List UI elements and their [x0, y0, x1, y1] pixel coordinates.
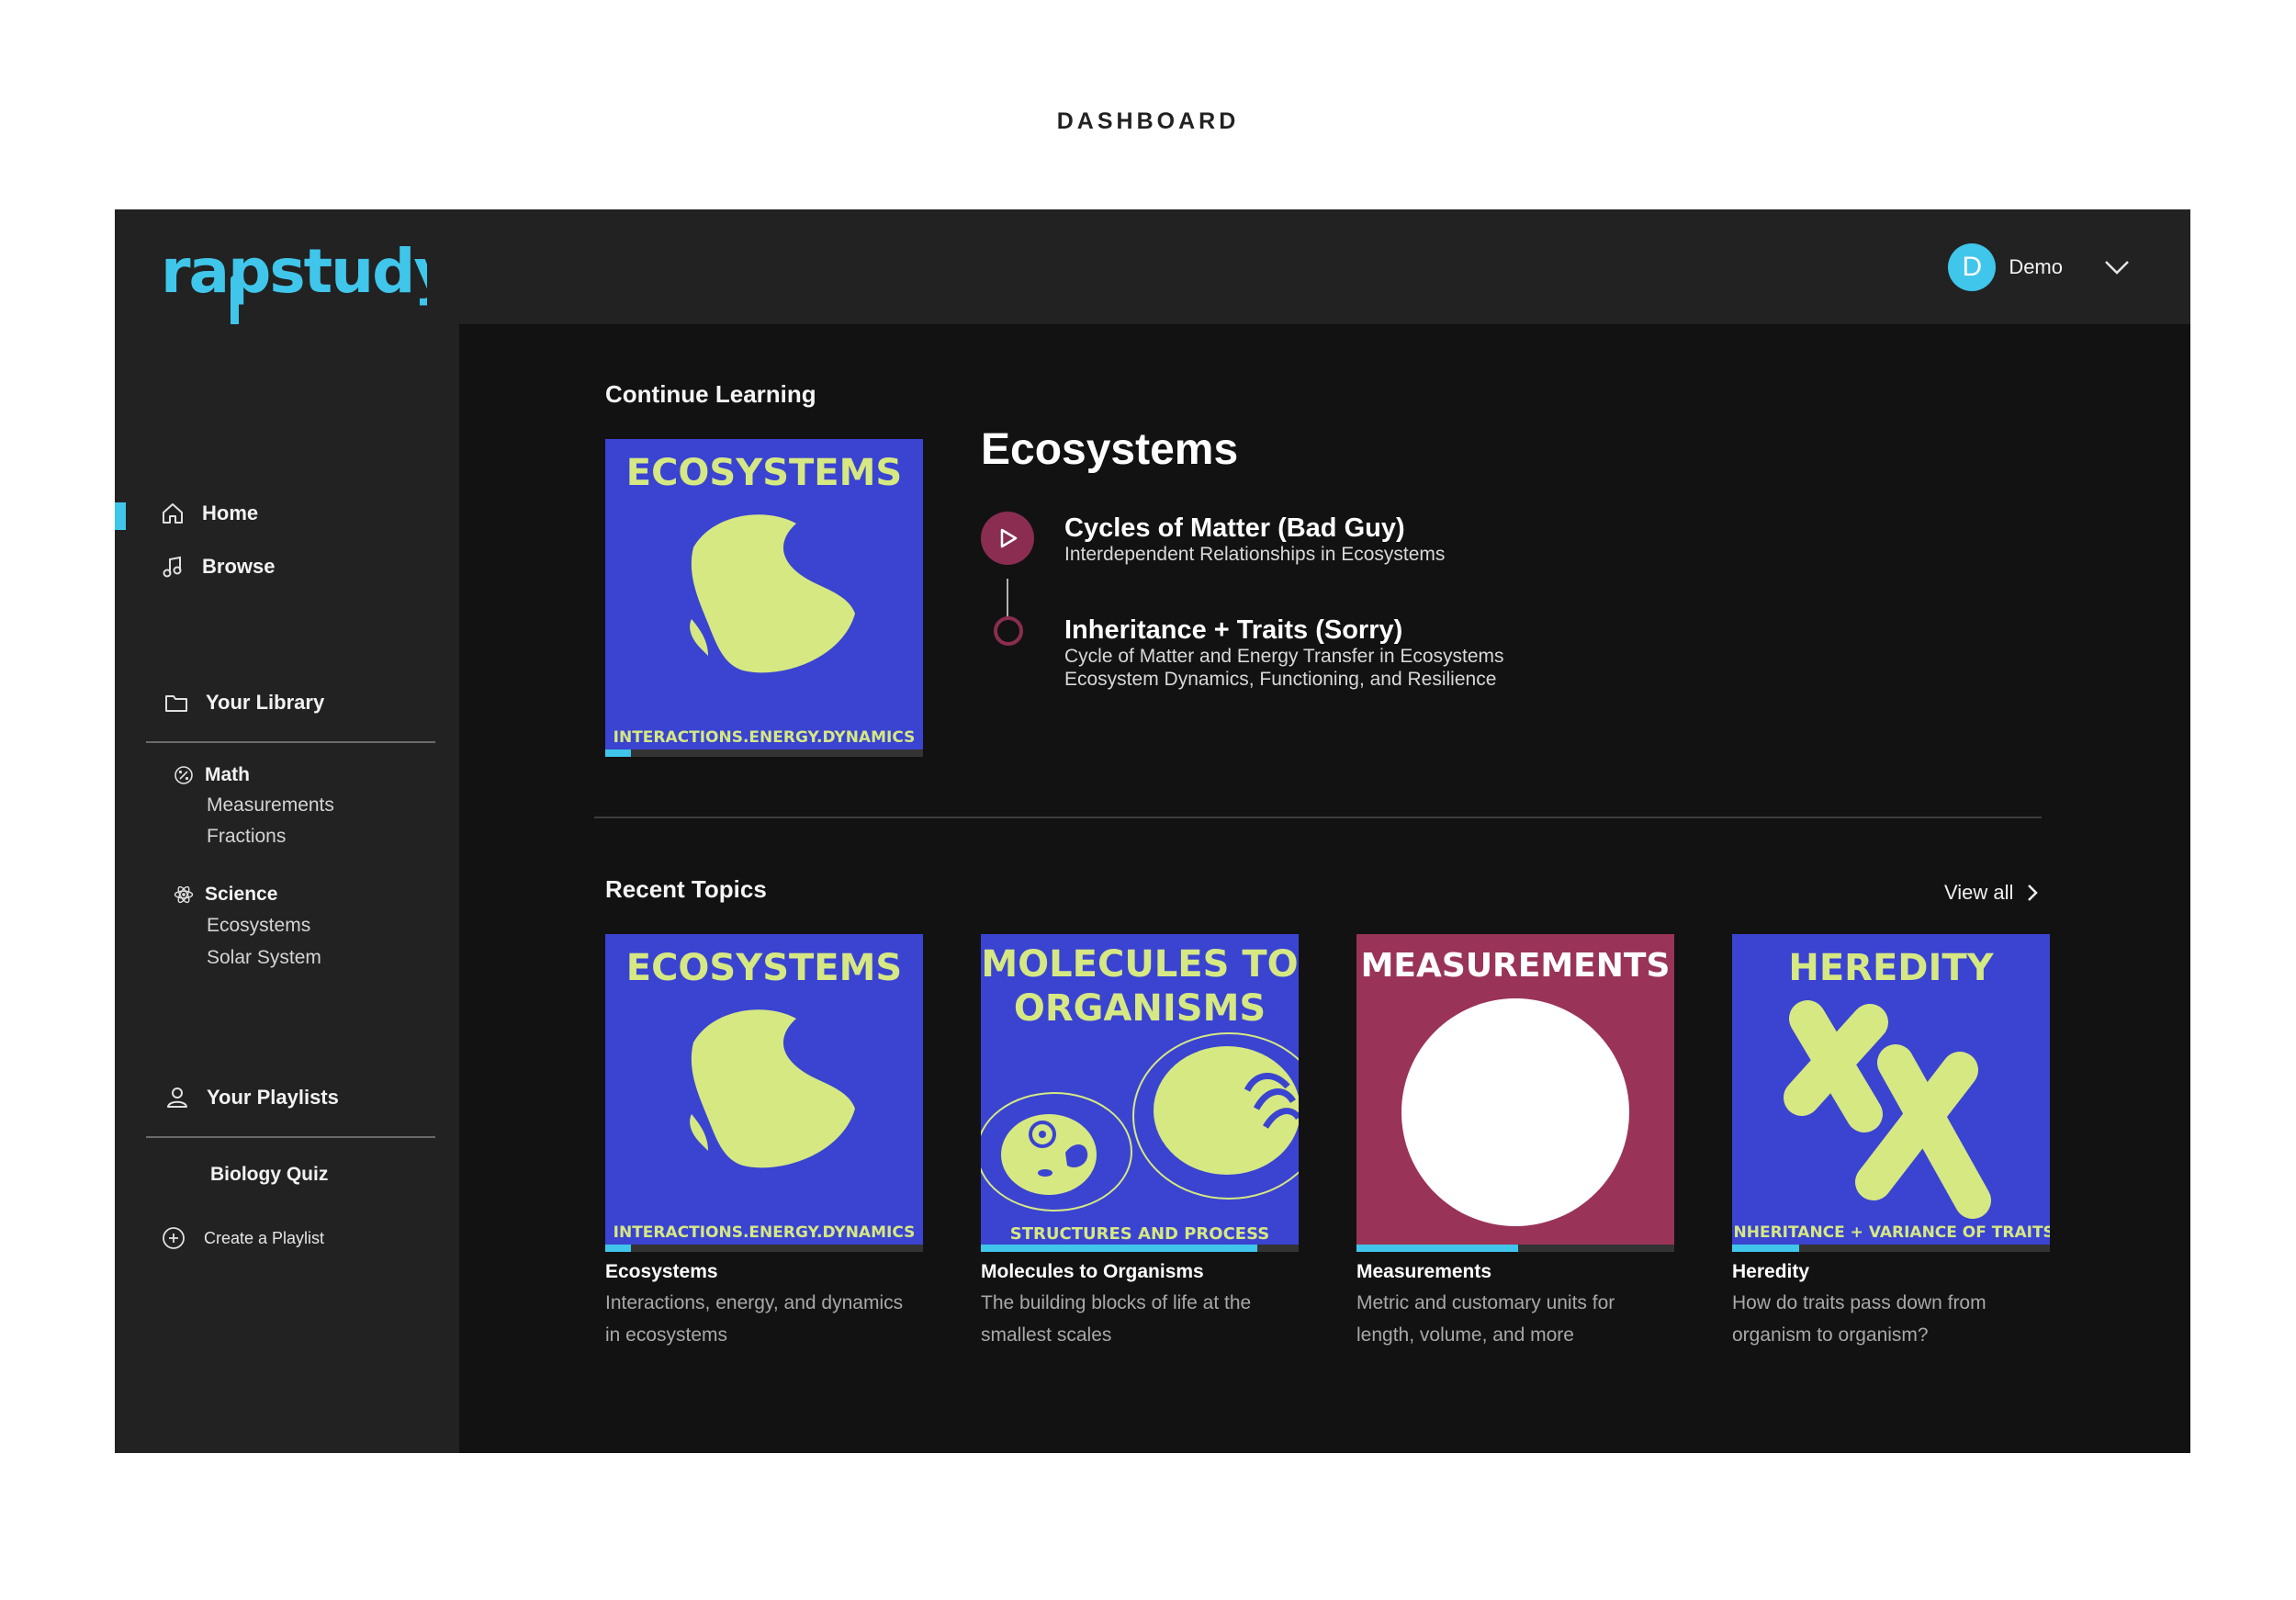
continue-learning-title: Continue Learning — [605, 380, 816, 408]
library-category-science[interactable]: Science — [174, 884, 277, 906]
current-topic-title: Ecosystems — [981, 425, 1239, 474]
recent-topics-title: Recent Topics — [605, 875, 767, 903]
chevron-right-icon — [2028, 885, 2039, 901]
track-title[interactable]: Cycles of Matter (Bad Guy) — [1064, 513, 1405, 544]
avatar[interactable]: D — [1948, 243, 1997, 291]
topic-title[interactable]: Heredity — [1732, 1261, 2050, 1283]
library-item-solar-system[interactable]: Solar System — [207, 947, 321, 969]
sidebar-item-home[interactable]: Home — [160, 501, 258, 526]
cover-headline: MOLECULES TO — [981, 943, 1298, 986]
plus-circle-icon — [163, 1227, 185, 1249]
home-icon — [163, 503, 183, 524]
topic-card-ecosystems[interactable]: ECOSYSTEMS INTERACTIONS.ENERGY.DYNAMICS … — [605, 934, 923, 1351]
topic-cover[interactable]: MOLECULES TO ORGANISMS STRUCTURES AND PR… — [981, 934, 1299, 1252]
library-category-math[interactable]: Math — [174, 764, 250, 786]
user-menu[interactable]: D Demo — [1948, 242, 2131, 292]
cover-footer: INTERACTIONS.ENERGY.DYNAMICS — [613, 728, 916, 747]
topic-card-molecules-to-organisms[interactable]: MOLECULES TO ORGANISMS STRUCTURES AND PR… — [981, 934, 1299, 1351]
page-caption: DASHBOARD — [1056, 108, 1240, 134]
topic-title[interactable]: Ecosystems — [605, 1261, 923, 1283]
section-divider — [594, 817, 2042, 818]
library-item-measurements[interactable]: Measurements — [207, 794, 334, 817]
play-button[interactable] — [981, 512, 1034, 565]
continue-learning-cover[interactable]: ECOSYSTEMS INTERACTIONS.ENERGY.DYNAMICS — [605, 439, 923, 757]
sidebar-item-label: Your Playlists — [207, 1086, 339, 1109]
topic-title[interactable]: Molecules to Organisms — [981, 1261, 1299, 1283]
play-icon — [1000, 528, 1018, 548]
create-playlist-button[interactable]: Create a Playlist — [162, 1226, 324, 1250]
progress-bar — [605, 1245, 631, 1252]
library-item-ecosystems[interactable]: Ecosystems — [207, 915, 310, 937]
topic-cover[interactable]: MEASUREMENTS — [1356, 934, 1674, 1252]
app-window: rapstudy D Demo Home Browse Your Library… — [115, 209, 2190, 1453]
music-note-icon — [163, 556, 182, 578]
track-subtitle: Ecosystem Dynamics, Functioning, and Res… — [1064, 669, 1497, 690]
library-item-fractions[interactable]: Fractions — [207, 826, 286, 848]
create-playlist-label: Create a Playlist — [204, 1228, 325, 1247]
cover-headline: ECOSYSTEMS — [626, 947, 903, 989]
progress-bar — [1732, 1245, 1799, 1252]
cover-footer: STRUCTURES AND PROCESS — [1010, 1224, 1269, 1244]
cover-footer: INTERACTIONS.ENERGY.DYNAMICS — [613, 1223, 916, 1242]
user-name[interactable]: Demo — [2009, 255, 2063, 279]
topic-cover[interactable]: HEREDITY INHERITANCE + VARIANCE OF TRAIT… — [1732, 934, 2050, 1252]
progress-bar — [1356, 1245, 1518, 1252]
view-all-link[interactable]: View all — [1944, 881, 2041, 905]
cover-headline: HEREDITY — [1788, 947, 1994, 989]
library-category-label: Math — [205, 764, 250, 785]
sidebar-divider — [146, 1136, 435, 1138]
track-title[interactable]: Inheritance + Traits (Sorry) — [1064, 615, 1402, 646]
track-status-dot[interactable] — [994, 616, 1023, 646]
sidebar: Home Browse Your Library Math Measuremen… — [115, 324, 459, 1453]
sidebar-item-label: Your Library — [206, 691, 325, 714]
view-all-label: View all — [1944, 881, 2014, 904]
topic-cover[interactable]: ECOSYSTEMS INTERACTIONS.ENERGY.DYNAMICS — [605, 934, 923, 1252]
playlist-item[interactable]: Biology Quiz — [210, 1164, 328, 1186]
sidebar-item-label: Browse — [202, 555, 276, 578]
topic-description: How do traits pass down from organism to… — [1732, 1292, 1986, 1346]
user-icon — [167, 1087, 187, 1108]
cover-headline: ORGANISMS — [1014, 987, 1266, 1030]
chevron-down-icon[interactable] — [2103, 258, 2131, 276]
rapstudy-logo[interactable]: rapstudy — [161, 230, 427, 331]
track-subtitle: Cycle of Matter and Energy Transfer in E… — [1064, 646, 1504, 667]
svg-text:rapstudy: rapstudy — [161, 236, 427, 307]
topic-title[interactable]: Measurements — [1356, 1261, 1674, 1283]
topic-description: Metric and customary units for length, v… — [1356, 1292, 1615, 1346]
percent-icon — [174, 766, 193, 784]
sidebar-item-library[interactable]: Your Library — [163, 690, 324, 715]
topic-card-measurements[interactable]: MEASUREMENTS Measurements Metric and cus… — [1356, 934, 1674, 1351]
sidebar-item-playlists[interactable]: Your Playlists — [164, 1085, 339, 1110]
active-nav-marker — [115, 502, 126, 530]
sidebar-item-browse[interactable]: Browse — [160, 554, 275, 580]
progress-bar — [981, 1245, 1257, 1252]
track-subtitle: Interdependent Relationships in Ecosyste… — [1064, 544, 1446, 565]
top-bar: rapstudy D Demo — [115, 209, 2190, 327]
library-category-label: Science — [205, 884, 278, 905]
topic-description: The building blocks of life at the small… — [981, 1292, 1252, 1346]
topic-description: Interactions, energy, and dynamics in ec… — [605, 1292, 904, 1346]
topic-card-heredity[interactable]: HEREDITY INHERITANCE + VARIANCE OF TRAIT… — [1732, 934, 2050, 1351]
progress-bar — [605, 749, 631, 757]
sidebar-divider — [146, 741, 435, 743]
sidebar-item-label: Home — [202, 501, 259, 524]
cover-headline: MEASUREMENTS — [1361, 947, 1671, 985]
cover-footer: INHERITANCE + VARIANCE OF TRAITS — [1732, 1223, 2050, 1242]
cover-headline: ECOSYSTEMS — [626, 452, 903, 494]
folder-icon — [165, 695, 187, 712]
atom-icon — [174, 885, 194, 904]
